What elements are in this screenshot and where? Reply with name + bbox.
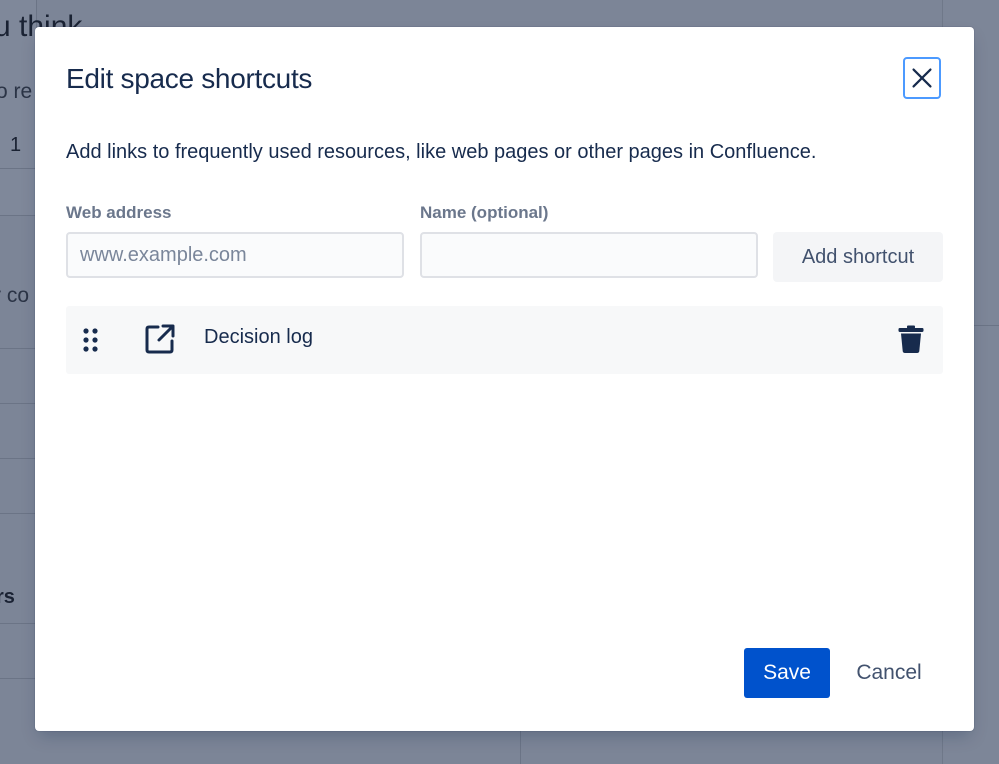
- name-input[interactable]: [420, 232, 758, 278]
- divider: [0, 513, 36, 514]
- background-text: r co: [0, 284, 30, 307]
- background-number: 1: [10, 134, 22, 156]
- trash-icon[interactable]: [896, 324, 926, 354]
- divider: [520, 731, 521, 764]
- background-text: o re: [0, 80, 33, 103]
- name-label: Name (optional): [420, 203, 549, 222]
- divider: [0, 458, 36, 459]
- add-shortcut-button[interactable]: Add shortcut: [773, 232, 943, 282]
- divider: [0, 348, 36, 349]
- web-address-label: Web address: [66, 203, 172, 222]
- divider: [0, 168, 36, 169]
- dialog-title: Edit space shortcuts: [66, 63, 313, 94]
- divider: [0, 403, 36, 404]
- external-link-icon: [145, 324, 175, 354]
- drag-handle-icon[interactable]: [81, 327, 101, 353]
- dialog-description: Add links to frequently used resources, …: [66, 141, 817, 163]
- web-address-input[interactable]: [66, 232, 404, 278]
- background-bold-text: rs: [0, 586, 15, 608]
- divider: [0, 678, 36, 679]
- close-button[interactable]: [903, 57, 941, 99]
- shortcut-name: Decision log: [204, 326, 313, 348]
- edit-space-shortcuts-dialog: Edit space shortcuts Add links to freque…: [35, 27, 974, 731]
- shortcut-item[interactable]: Decision log: [66, 306, 943, 374]
- divider: [0, 623, 36, 624]
- cancel-button[interactable]: Cancel: [843, 648, 935, 698]
- close-icon: [912, 68, 932, 88]
- save-button[interactable]: Save: [744, 648, 830, 698]
